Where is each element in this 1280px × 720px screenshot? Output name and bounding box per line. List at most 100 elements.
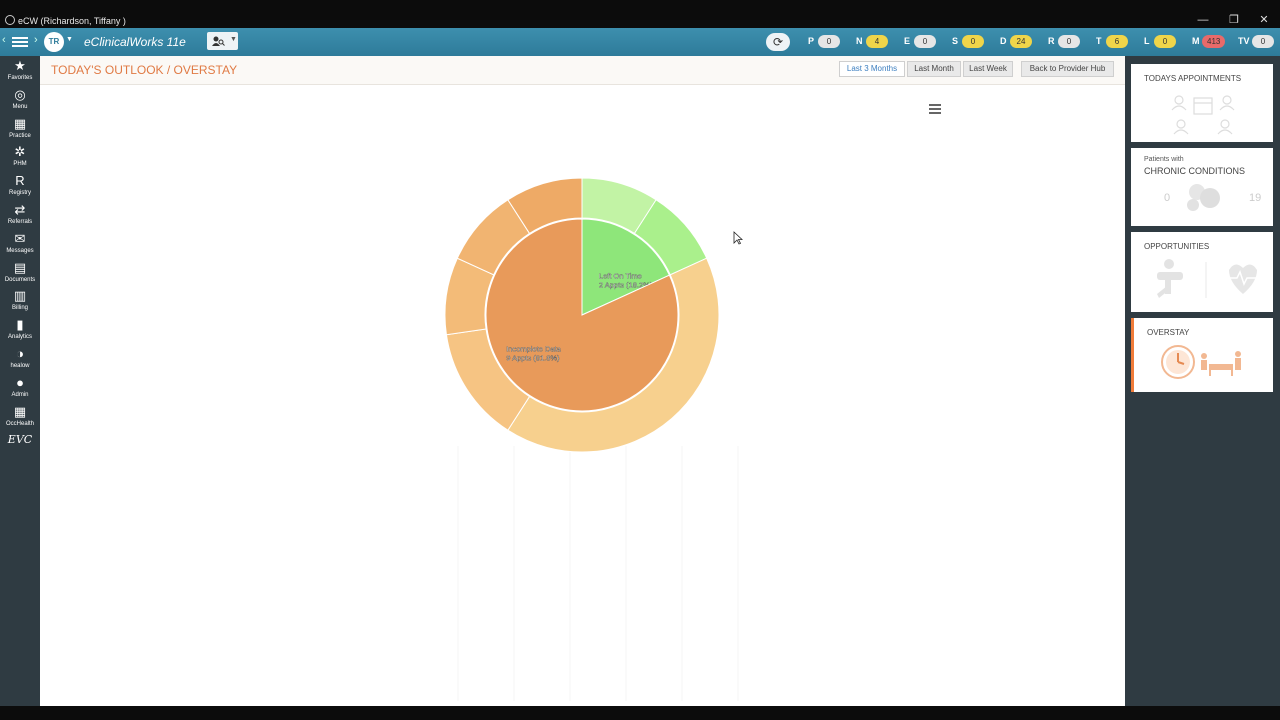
- practice-icon: ▦: [13, 115, 27, 131]
- analytics-icon: ▮: [16, 317, 24, 333]
- range-last-3-months-button[interactable]: Last 3 Months: [839, 61, 905, 77]
- counter-letter: N: [856, 36, 863, 46]
- menu-icon: ◎: [14, 86, 26, 102]
- nav-item-label: OccHealth: [5, 420, 34, 427]
- window-title: eCW (Richardson, Tiffany ): [18, 16, 126, 26]
- restore-button[interactable]: ❐: [1227, 13, 1241, 27]
- nav-item-label: Documents: [4, 276, 36, 283]
- overstay-icon: [1161, 345, 1241, 379]
- nav-item-label: Analytics: [7, 334, 32, 341]
- chronic-conditions-card[interactable]: Patients with CHRONIC CONDITIONS 0 19: [1131, 148, 1273, 226]
- nav-item-billing[interactable]: ▥ Billing: [0, 288, 40, 316]
- pie-data-label: 9 Appts (81.8%): [506, 353, 560, 362]
- chronic-count-right: 19: [1249, 192, 1262, 204]
- refresh-button[interactable]: ⟳: [766, 33, 790, 51]
- counter-letter: TV: [1238, 36, 1250, 46]
- nav-item-admin[interactable]: ● Admin: [0, 375, 40, 403]
- admin-icon: ●: [16, 374, 24, 390]
- nav-item-label: PHM: [13, 161, 27, 168]
- nav-item-registry[interactable]: R Registry: [0, 173, 40, 201]
- left-nav: ★ Favorites ◎ Menu ▦ Practice ✲ PHM R Registry ⇄ Re…: [0, 56, 40, 706]
- nav-item-favorites[interactable]: ★ Favorites: [0, 58, 40, 86]
- counter-letter: M: [1192, 36, 1200, 46]
- nav-item-phm[interactable]: ✲ PHM: [0, 144, 40, 172]
- counter-badge: 0: [1252, 35, 1274, 48]
- chevron-down-icon[interactable]: ▼: [66, 36, 73, 43]
- page-title: TODAY'S OUTLOOK / OVERSTAY: [51, 63, 238, 77]
- patient-lookup-button[interactable]: ▼: [207, 32, 238, 50]
- card-title: CHRONIC CONDITIONS: [1144, 166, 1245, 176]
- back-to-provider-hub-button[interactable]: Back to Provider Hub: [1021, 61, 1114, 77]
- nav-item-label: Messages: [6, 247, 34, 254]
- nav-item-healow[interactable]: ◑ healow: [0, 346, 40, 374]
- counter-badge: 0: [1058, 35, 1080, 48]
- overstay-card[interactable]: OVERSTAY: [1131, 318, 1273, 392]
- nav-item-practice[interactable]: ▦ Practice: [0, 116, 40, 144]
- counter-letter: T: [1096, 36, 1102, 46]
- counter-letter: L: [1144, 36, 1150, 46]
- nav-item-label: healow: [10, 363, 30, 369]
- referrals-icon: ⇄: [14, 202, 26, 217]
- todays-appointments-card[interactable]: TODAYS APPOINTMENTS: [1131, 64, 1273, 142]
- phm-icon: ✲: [14, 144, 26, 160]
- counter-badge: 413: [1202, 35, 1226, 48]
- main-content: TODAY'S OUTLOOK / OVERSTAY Last 3 Months…: [40, 56, 1125, 706]
- card-title: TODAYS APPOINTMENTS: [1144, 74, 1242, 83]
- window-titlebar: eCW (Richardson, Tiffany ) — ❐ ✕: [0, 0, 1280, 28]
- user-avatar[interactable]: TR: [44, 32, 64, 52]
- chevron-down-icon: ▼: [230, 36, 237, 43]
- range-last-month-button[interactable]: Last Month: [907, 61, 961, 77]
- mouse-cursor-icon: [733, 231, 743, 245]
- counter-badge: 6: [1106, 35, 1128, 48]
- counter-badge: 24: [1010, 35, 1032, 48]
- counter-letter: R: [1048, 36, 1055, 46]
- refresh-icon: ⟳: [772, 35, 784, 49]
- pie-data-label: Incomplete Data: [506, 344, 561, 353]
- nav-item-label: Favorites: [7, 75, 33, 81]
- counter-badge: 0: [962, 35, 984, 48]
- appointments-icon: [1171, 95, 1235, 135]
- evc-icon: EVC: [7, 433, 33, 447]
- chronic-count-left: 0: [1164, 192, 1171, 204]
- card-subtitle: Patients with: [1144, 156, 1184, 163]
- patient-search-icon: [212, 36, 225, 46]
- bottom-bar: [0, 706, 1280, 720]
- counter-badge: 0: [1154, 35, 1176, 48]
- right-widget-panel: TODAYS APPOINTMENTS Patients with CHRONI…: [1125, 56, 1280, 706]
- nav-item-documents[interactable]: ▤ Documents: [0, 260, 40, 288]
- range-last-week-button[interactable]: Last Week: [963, 61, 1013, 77]
- nav-item-analytics[interactable]: ▮ Analytics: [0, 317, 40, 345]
- conditions-icon: [1187, 184, 1220, 211]
- main-menu-button[interactable]: ‹ ›: [0, 28, 40, 56]
- brand-name: eClinicalWorks 11e: [84, 35, 186, 49]
- top-toolbar: ‹ › TR ▼ eClinicalWorks 11e ▼ ⟳ P0N4E0S0…: [0, 28, 1280, 56]
- registry-icon: R: [15, 173, 25, 189]
- minimize-button[interactable]: —: [1196, 13, 1210, 27]
- counter-badge: 4: [866, 35, 888, 48]
- counter-letter: D: [1000, 36, 1007, 46]
- documents-icon: ▤: [13, 259, 27, 275]
- app-logo-icon: [5, 15, 15, 25]
- nav-item-referrals[interactable]: ⇄ Referrals: [0, 202, 40, 230]
- nav-item-label: Practice: [9, 132, 31, 139]
- counter-letter: S: [952, 36, 959, 46]
- nav-item-messages[interactable]: ✉ Messages: [0, 231, 40, 259]
- nav-item-menu[interactable]: ◎ Menu: [0, 87, 40, 115]
- nav-item-label: Billing: [11, 305, 28, 312]
- overstay-pie-chart: Left On Time2 Appts (18.2%)Incomplete Da…: [444, 177, 739, 701]
- close-window-button[interactable]: ✕: [1257, 13, 1271, 27]
- nav-item-evc[interactable]: EVC: [0, 432, 40, 460]
- page-header: TODAY'S OUTLOOK / OVERSTAY Last 3 Months…: [40, 56, 1125, 85]
- messages-icon: ✉: [14, 230, 26, 246]
- billing-icon: ▥: [13, 288, 27, 304]
- favorites-icon: ★: [14, 58, 26, 73]
- card-title: OVERSTAY: [1147, 328, 1190, 337]
- opportunities-card[interactable]: OPPORTUNITIES: [1131, 232, 1273, 312]
- occhealth-icon: ▦: [13, 403, 27, 419]
- counter-badge: 0: [914, 35, 936, 48]
- nav-item-label: Referrals: [7, 219, 33, 225]
- chevron-left-icon: ‹: [2, 34, 6, 46]
- counter-badge: 0: [818, 35, 840, 48]
- nav-item-occhealth[interactable]: ▦ OccHealth: [0, 404, 40, 432]
- hamburger-icon: [12, 37, 28, 47]
